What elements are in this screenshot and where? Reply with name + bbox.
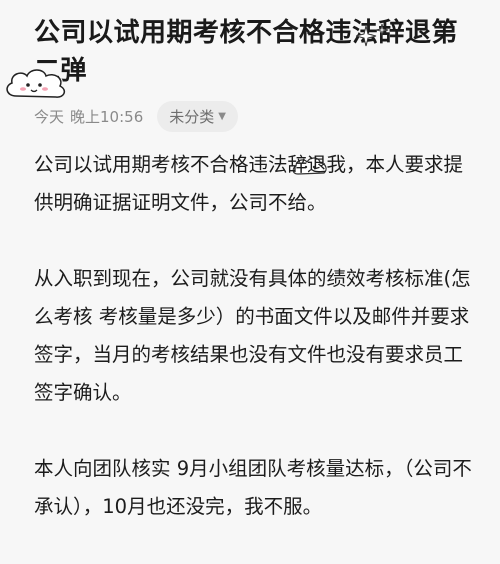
note-body[interactable]: 公司以试用期考核不合格违法辞退我，本人要求提供明确证据证明文件，公司不给。 从入…	[34, 146, 480, 564]
paragraph-3: 本人向团队核实 9月小组团队考核量达标，（公司不承认），10月也还没完，我不服。	[34, 457, 472, 518]
note-time: 晚上10:56	[70, 107, 144, 126]
note-timestamp: 今天 晚上10:56	[34, 106, 143, 127]
category-dropdown[interactable]: 未分类 ▼	[157, 100, 238, 132]
note-title: 公司以试用期考核不合格违法辞退第二弹	[34, 18, 459, 86]
category-label: 未分类	[169, 107, 215, 126]
paragraph-1: 公司以试用期考核不合格违法辞退我，本人要求提供明确证据证明文件，公司不给。	[34, 153, 464, 214]
note-meta: 今天 晚上10:56 未分类 ▼	[34, 100, 238, 132]
paragraph-2: 从入职到现在，公司就没有具体的绩效考核标准(怎么考核 考核量是多少）的书面文件以…	[34, 267, 471, 404]
chevron-down-icon: ▼	[218, 110, 226, 122]
note-date: 今天	[34, 107, 65, 126]
